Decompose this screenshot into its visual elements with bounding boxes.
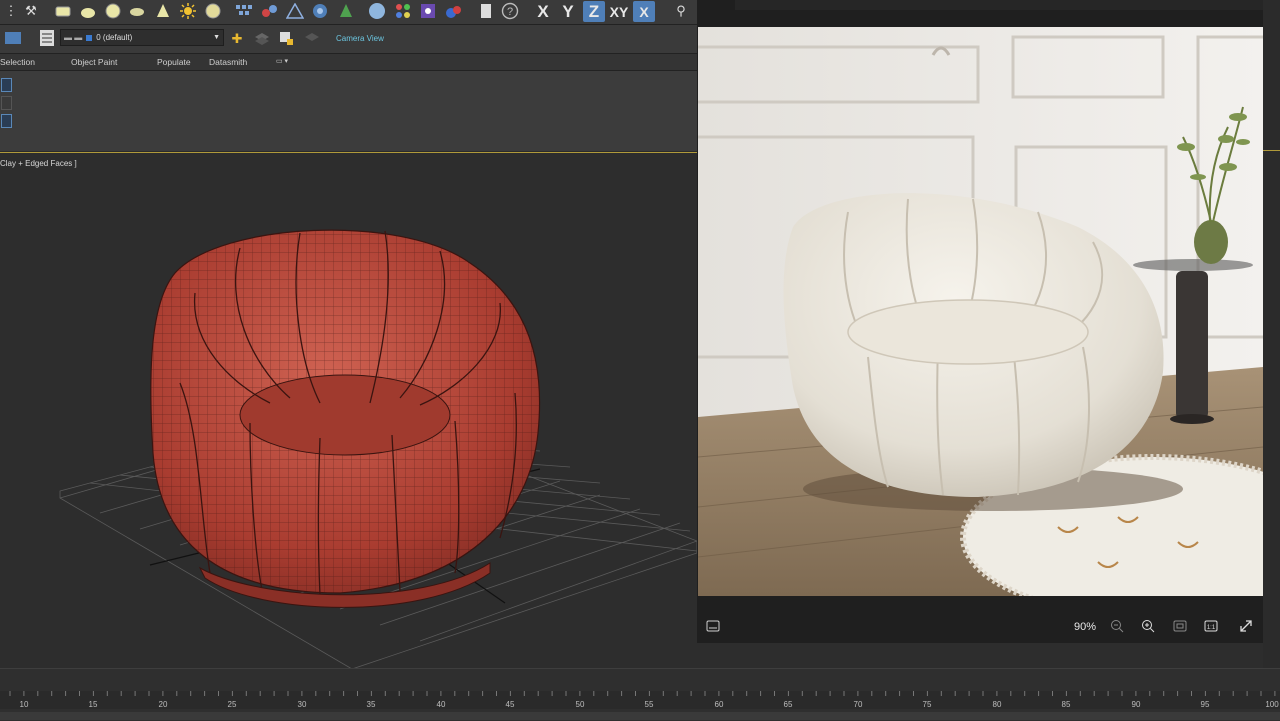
layer-visibility-icon: ▬ ▬ [64, 33, 83, 42]
tick-label: 85 [1061, 700, 1071, 709]
actual-size-icon[interactable]: 1:1 [1204, 619, 1218, 633]
tick-label: 15 [88, 700, 98, 709]
tick-label: 75 [922, 700, 932, 709]
grid-icon[interactable] [235, 2, 253, 20]
svg-text:1:1: 1:1 [1207, 625, 1216, 631]
ribbon-panel [0, 71, 697, 151]
camera-view-label[interactable]: Camera View [336, 34, 384, 43]
layer-manager-icon[interactable] [38, 29, 56, 47]
tab-populate[interactable]: Populate [157, 57, 191, 67]
reference-photo [698, 27, 1263, 596]
layer-dropdown[interactable]: ▬ ▬ 0 (default) ▼ [60, 29, 224, 46]
toolbar-handle-icon[interactable]: ⋮ [2, 2, 20, 20]
ribbon-tool-icon[interactable] [1, 78, 12, 92]
select-layer-icon[interactable] [278, 30, 296, 48]
chair-model[interactable] [150, 229, 541, 608]
color-dots-icon[interactable] [394, 2, 412, 20]
axis-xy-button[interactable]: XY [607, 1, 631, 22]
light-sphere-icon[interactable] [204, 2, 222, 20]
tick-label: 70 [853, 700, 863, 709]
tick-label: 60 [714, 700, 724, 709]
tick-label: 65 [783, 700, 793, 709]
ribbon-options-icon[interactable]: ▭ ▾ [276, 57, 288, 65]
svg-text:?: ? [507, 6, 513, 18]
axis-y-button[interactable]: Y [559, 1, 577, 22]
expand-icon[interactable] [1239, 619, 1253, 633]
tab-datasmith[interactable]: Datasmith [209, 57, 247, 67]
perspective-viewport[interactable]: Clay + Edged Faces ] [0, 152, 697, 669]
tick-label: 50 [575, 700, 585, 709]
render-icon[interactable] [4, 29, 22, 47]
timeline-ticks [9, 691, 1276, 696]
tick-label: 20 [158, 700, 168, 709]
tick-label: 35 [366, 700, 376, 709]
viewer-titlebar [697, 0, 1263, 28]
tree-icon[interactable] [337, 2, 355, 20]
sun-icon[interactable] [179, 2, 197, 20]
zoom-in-icon[interactable] [1141, 619, 1155, 633]
layer-dropdown-value: 0 (default) [96, 33, 133, 42]
tick-label: 40 [436, 700, 446, 709]
tick-label: 10 [19, 700, 29, 709]
sphere-half-icon[interactable] [79, 2, 97, 20]
pyramid-icon[interactable] [286, 2, 304, 20]
right-side-strip [1263, 0, 1280, 670]
particle-icon[interactable] [311, 2, 329, 20]
axis-z-button[interactable]: Z [583, 1, 605, 22]
tick-label: 90 [1131, 700, 1141, 709]
chevron-down-icon: ▼ [213, 34, 220, 41]
zoom-level-text: 90% [1074, 621, 1097, 633]
cloud-icon[interactable] [444, 2, 462, 20]
tick-label: 45 [505, 700, 515, 709]
document-icon[interactable] [477, 2, 495, 20]
fit-screen-icon[interactable] [1173, 619, 1187, 633]
reference-photo-scene [698, 27, 1263, 596]
viewport-scene [59, 229, 697, 669]
image-viewer-window: 90% 1:1 [697, 0, 1263, 643]
tab-object-paint[interactable]: Object Paint [71, 57, 117, 67]
ribbon-tool-icon-2[interactable] [1, 96, 12, 110]
axis-xy-alt-button[interactable]: X [633, 1, 655, 22]
tick-label: 95 [1200, 700, 1210, 709]
secondary-toolbar: ▬ ▬ 0 (default) ▼ ✚ Camera View [0, 25, 697, 54]
subtitles-icon[interactable] [706, 619, 720, 633]
help-icon[interactable]: ? [501, 2, 519, 20]
tick-label: 30 [297, 700, 307, 709]
cone-icon[interactable] [154, 2, 172, 20]
tick-label: 80 [992, 700, 1002, 709]
viewer-toolbar: 90% 1:1 [697, 608, 1263, 643]
main-toolbar: ⋮ ⚒ ? X Y Z XY X ⚲ [0, 0, 697, 25]
layers-stack-icon[interactable] [253, 30, 271, 48]
wrench-icon[interactable]: ⚲ [672, 2, 690, 20]
timeline-ruler[interactable]: 10 15 20 25 30 35 40 45 50 55 60 65 70 7… [0, 691, 1280, 709]
add-layer-icon[interactable]: ✚ [228, 30, 246, 48]
orb-icon[interactable] [368, 2, 386, 20]
ribbon-tabs: Selection Object Paint Populate Datasmit… [0, 54, 697, 71]
sphere-icon[interactable] [104, 2, 122, 20]
layer-color-swatch [86, 34, 93, 41]
layer-props-icon[interactable] [303, 30, 321, 48]
tick-label: 25 [227, 700, 237, 709]
viewport-extension [697, 643, 1263, 668]
status-bar [0, 712, 1280, 720]
molecule-icon[interactable] [261, 2, 279, 20]
tick-label: 100 [1265, 700, 1279, 709]
zoom-out-icon[interactable] [1110, 619, 1124, 633]
teapot-icon[interactable] [128, 2, 146, 20]
ribbon-tool-icon-3[interactable] [1, 114, 12, 128]
tick-label: 55 [644, 700, 654, 709]
axis-x-button[interactable]: X [534, 1, 552, 22]
snap-icon[interactable]: ⚒ [22, 2, 40, 20]
box-icon[interactable] [54, 2, 72, 20]
shader-icon[interactable] [419, 2, 437, 20]
tab-selection[interactable]: Selection [0, 57, 35, 67]
